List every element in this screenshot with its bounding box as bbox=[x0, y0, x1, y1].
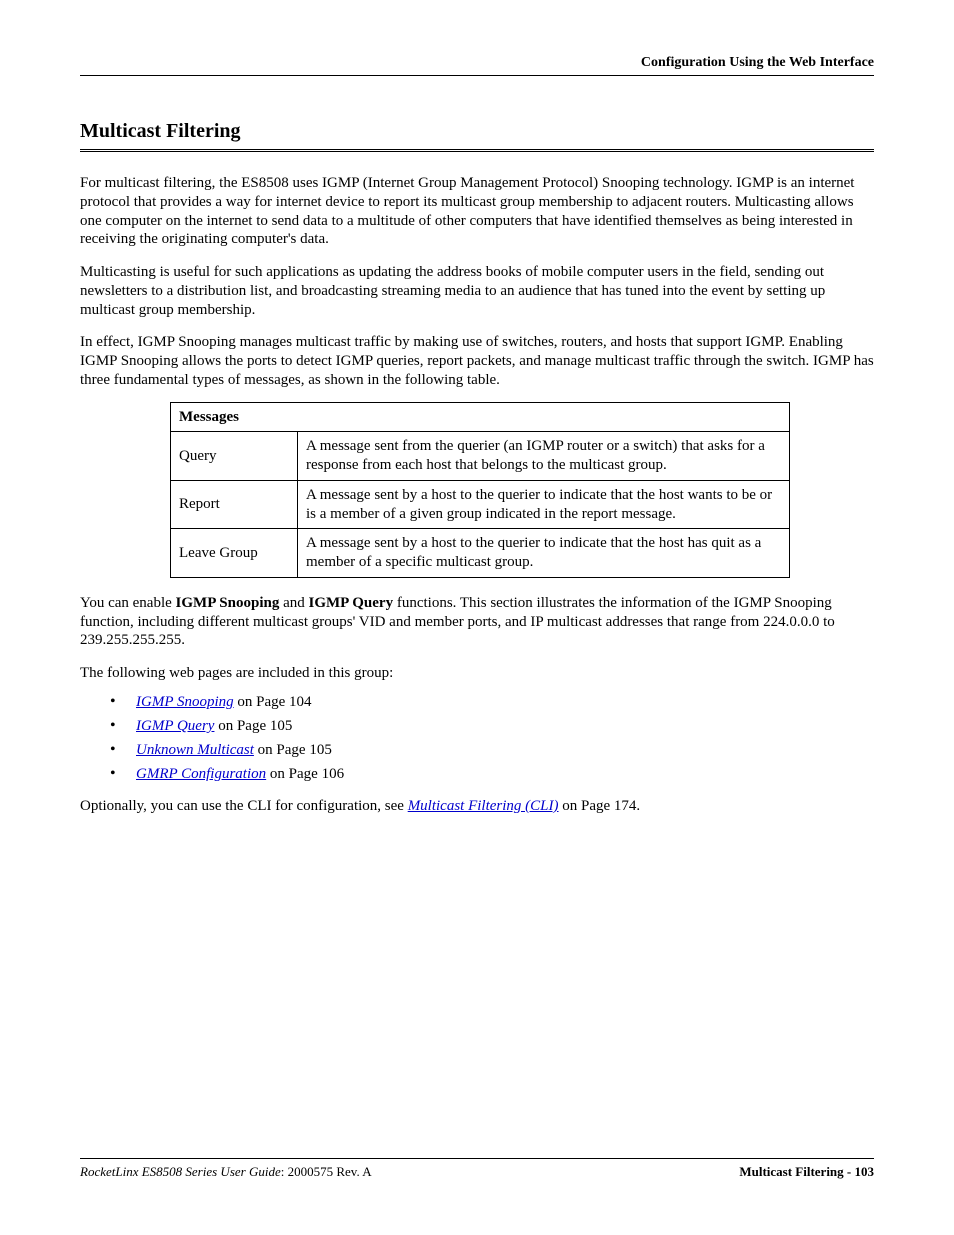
msg-desc: A message sent by a host to the querier … bbox=[298, 480, 790, 529]
footer-right: Multicast Filtering - 103 bbox=[739, 1164, 874, 1180]
list-intro: The following web pages are included in … bbox=[80, 664, 874, 683]
section-title: Multicast Filtering bbox=[80, 120, 874, 152]
link-igmp-snooping[interactable]: IGMP Snooping bbox=[136, 694, 234, 710]
link-suffix: on Page 105 bbox=[254, 742, 332, 758]
table-header-row: Messages bbox=[171, 402, 790, 432]
link-unknown-multicast[interactable]: Unknown Multicast bbox=[136, 742, 254, 758]
text: on Page 174. bbox=[559, 798, 641, 814]
paragraph-1: For multicast filtering, the ES8508 uses… bbox=[80, 174, 874, 249]
msg-name: Report bbox=[171, 480, 298, 529]
list-item: IGMP Query on Page 105 bbox=[110, 717, 874, 735]
bold-text: IGMP Snooping bbox=[176, 595, 280, 611]
text: and bbox=[279, 595, 308, 611]
link-gmrp-configuration[interactable]: GMRP Configuration bbox=[136, 766, 266, 782]
table-row: Report A message sent by a host to the q… bbox=[171, 480, 790, 529]
paragraph-2: Multicasting is useful for such applicat… bbox=[80, 263, 874, 319]
msg-name: Leave Group bbox=[171, 529, 298, 578]
footer-left: RocketLinx ES8508 Series User Guide: 200… bbox=[80, 1164, 372, 1180]
table-row: Leave Group A message sent by a host to … bbox=[171, 529, 790, 578]
link-multicast-filtering-cli[interactable]: Multicast Filtering (CLI) bbox=[408, 798, 559, 814]
table-header: Messages bbox=[171, 402, 790, 432]
msg-name: Query bbox=[171, 432, 298, 481]
table-row: Query A message sent from the querier (a… bbox=[171, 432, 790, 481]
footer-revision: : 2000575 Rev. A bbox=[281, 1164, 372, 1179]
list-item: Unknown Multicast on Page 105 bbox=[110, 741, 874, 759]
links-list: IGMP Snooping on Page 104 IGMP Query on … bbox=[110, 693, 874, 783]
page-footer: RocketLinx ES8508 Series User Guide: 200… bbox=[80, 1158, 874, 1180]
link-suffix: on Page 105 bbox=[214, 718, 292, 734]
msg-desc: A message sent from the querier (an IGMP… bbox=[298, 432, 790, 481]
footer-guide-name: RocketLinx ES8508 Series User Guide bbox=[80, 1164, 281, 1179]
list-item: GMRP Configuration on Page 106 bbox=[110, 765, 874, 783]
cli-paragraph: Optionally, you can use the CLI for conf… bbox=[80, 797, 874, 816]
link-igmp-query[interactable]: IGMP Query bbox=[136, 718, 214, 734]
link-suffix: on Page 104 bbox=[234, 694, 312, 710]
link-suffix: on Page 106 bbox=[266, 766, 344, 782]
messages-table: Messages Query A message sent from the q… bbox=[170, 402, 790, 578]
header-right-text: Configuration Using the Web Interface bbox=[641, 55, 874, 70]
list-item: IGMP Snooping on Page 104 bbox=[110, 693, 874, 711]
msg-desc: A message sent by a host to the querier … bbox=[298, 529, 790, 578]
text: You can enable bbox=[80, 595, 176, 611]
paragraph-after-table: You can enable IGMP Snooping and IGMP Qu… bbox=[80, 594, 874, 650]
text: Optionally, you can use the CLI for conf… bbox=[80, 798, 408, 814]
paragraph-3: In effect, IGMP Snooping manages multica… bbox=[80, 333, 874, 389]
bold-text: IGMP Query bbox=[309, 595, 394, 611]
page-header: Configuration Using the Web Interface bbox=[80, 55, 874, 76]
